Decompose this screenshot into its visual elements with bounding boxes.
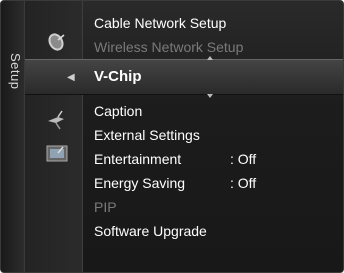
menu-item-caption[interactable]: Caption <box>94 103 142 119</box>
selection-pointer-icon: ◀ <box>67 72 75 83</box>
menu-item-pip[interactable]: PIP <box>94 199 117 215</box>
menu-item-wireless-network-setup[interactable]: Wireless Network Setup <box>94 39 243 55</box>
setup-menu-panel: Setup ◀ Cable Network Setup Wireless Net… <box>0 0 344 273</box>
picture-icon <box>44 141 70 167</box>
menu-item-software-upgrade[interactable]: Software Upgrade <box>94 223 207 239</box>
menu-item-entertainment[interactable]: Entertainment <box>94 151 181 167</box>
menu-item-energy-saving[interactable]: Energy Saving <box>94 175 185 191</box>
entertainment-value: : Off <box>230 151 257 167</box>
menu-item-cable-network-setup[interactable]: Cable Network Setup <box>94 15 226 31</box>
antenna-icon <box>44 107 70 133</box>
side-label: Setup <box>8 53 23 90</box>
energy-saving-value: : Off <box>230 175 257 191</box>
scroll-down-arrow-icon[interactable] <box>207 94 213 98</box>
icon-column <box>25 1 83 272</box>
scroll-up-arrow-icon[interactable] <box>207 56 213 60</box>
satellite-dish-icon <box>44 29 70 55</box>
menu-item-external-settings[interactable]: External Settings <box>94 127 200 143</box>
side-strip: Setup <box>1 1 25 272</box>
menu-item-v-chip[interactable]: V-Chip <box>94 68 142 85</box>
